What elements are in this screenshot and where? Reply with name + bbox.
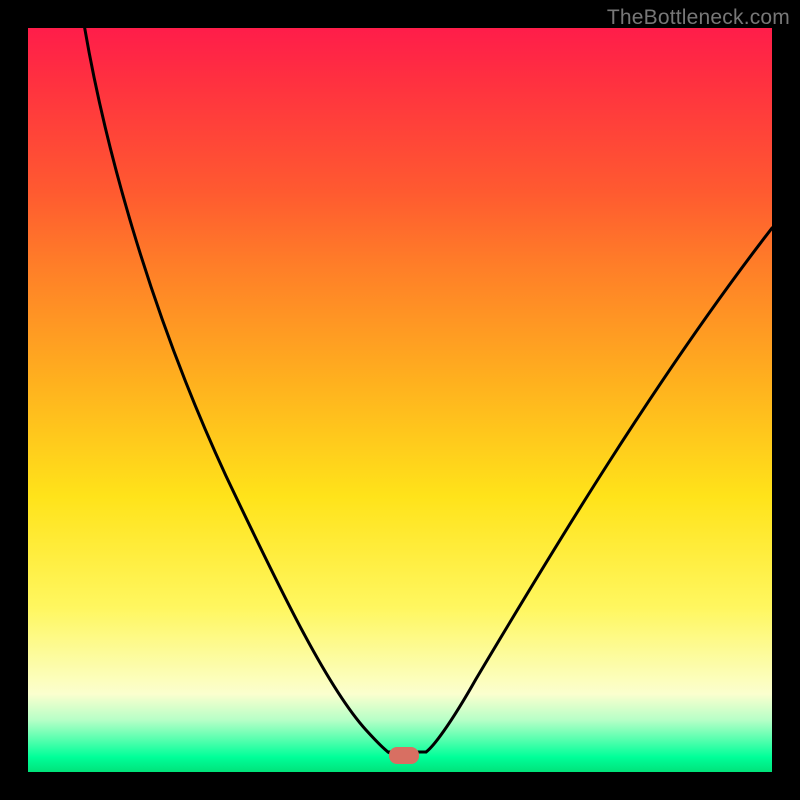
plot-area xyxy=(28,28,772,772)
curve-right xyxy=(426,228,772,752)
watermark: TheBottleneck.com xyxy=(607,6,790,30)
curve-left xyxy=(84,28,392,754)
optimal-point-marker xyxy=(389,747,419,764)
chart-frame: TheBottleneck.com xyxy=(0,0,800,800)
